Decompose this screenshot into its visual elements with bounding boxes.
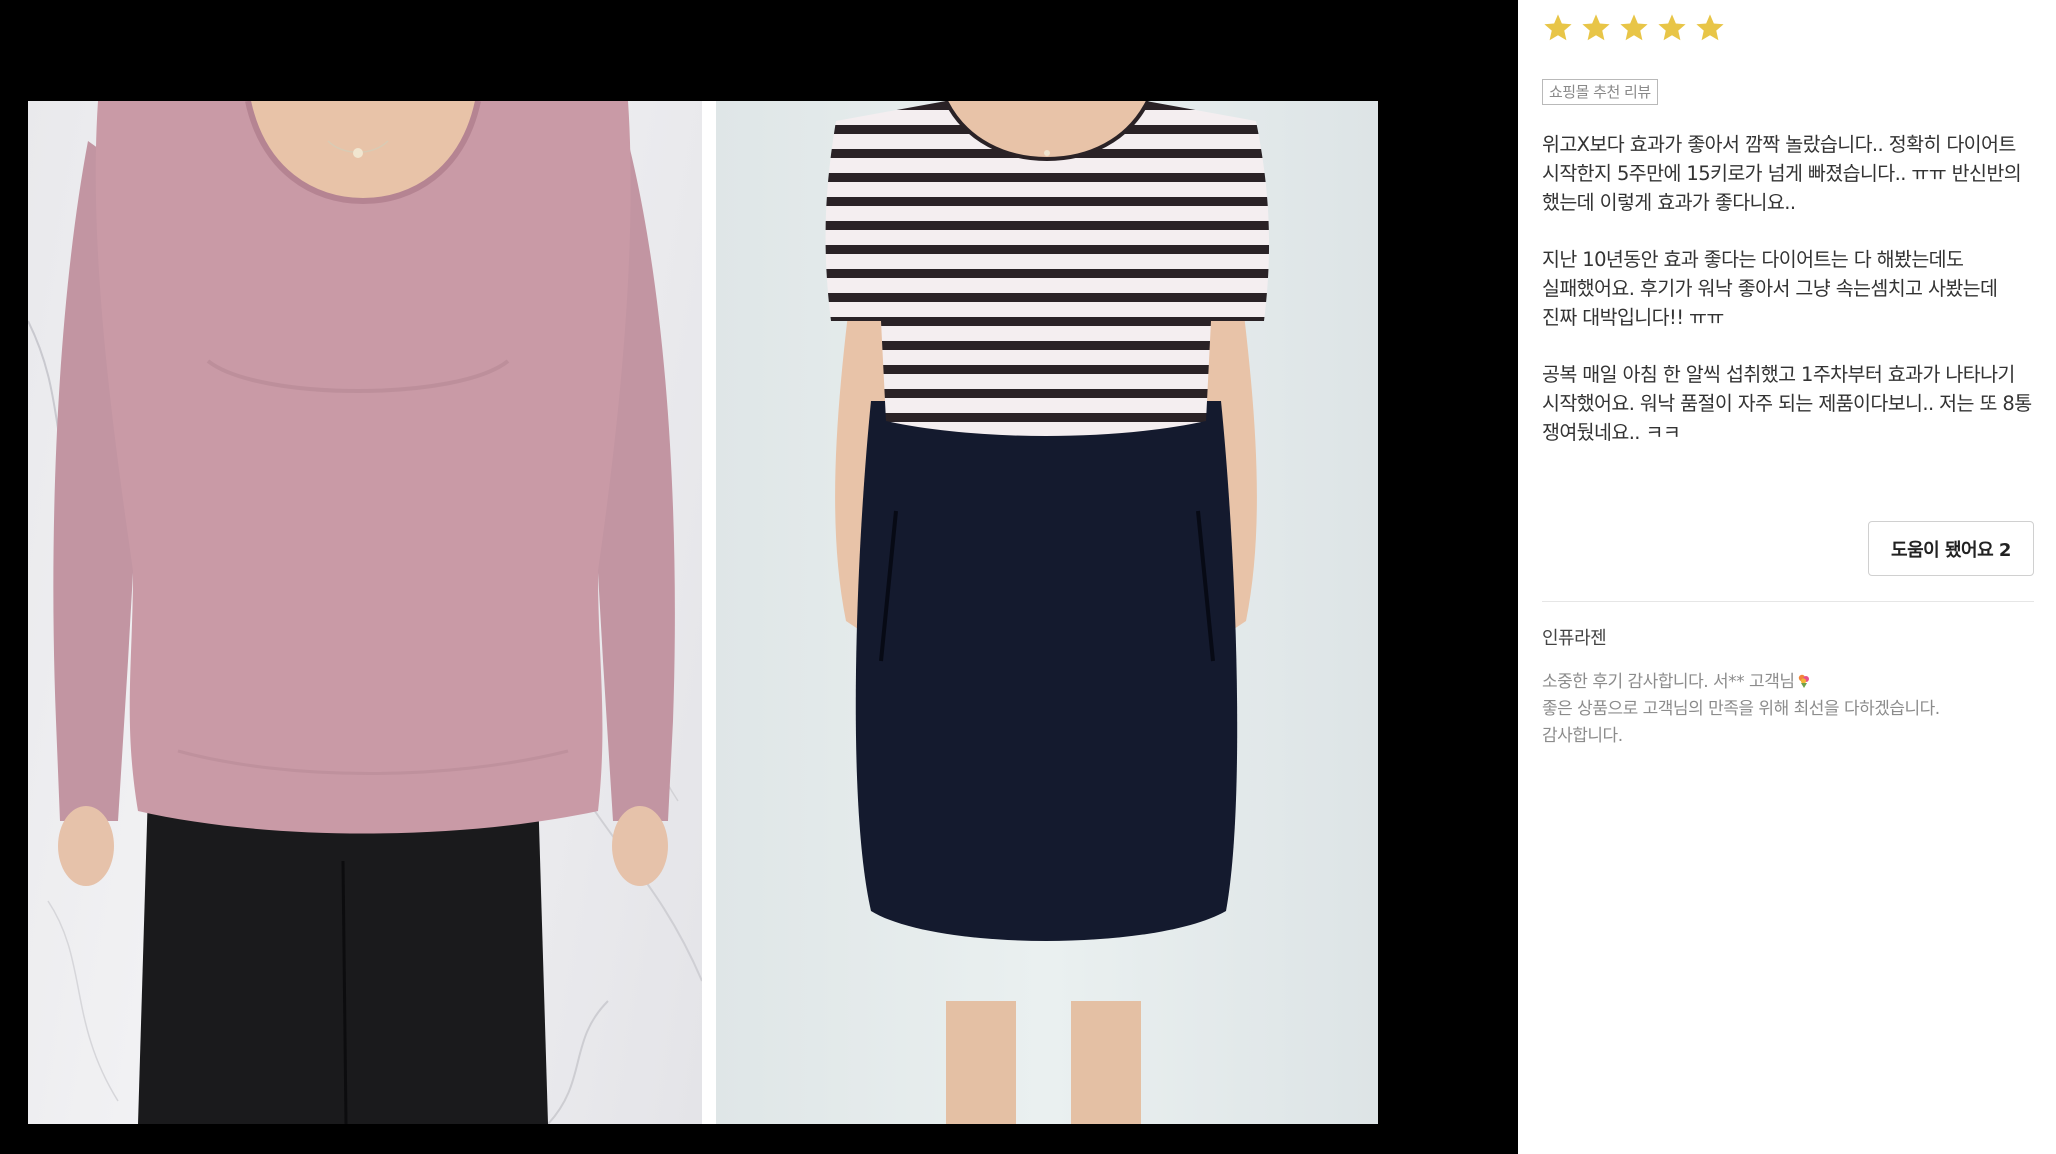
divider [1542,601,2034,602]
seller-reply-line-2: 좋은 상품으로 고객님의 만족을 위해 최선을 다하겠습니다. [1542,699,1940,719]
review-photo[interactable] [28,101,1378,1124]
seller-reply-line-3: 감사합니다. [1542,726,1623,746]
star-icon [1696,14,1724,41]
star-icon [1658,14,1686,41]
seller-reply: 소중한 후기 감사합니다. 서** 고객님 좋은 상품으로 고객님의 만족을 위… [1542,669,2036,750]
star-icon [1582,14,1610,41]
before-figure [28,101,702,1124]
seller-reply-line-1: 소중한 후기 감사합니다. 서** 고객님 [1542,669,2036,696]
review-paragraph-2: 지난 10년동안 효과 좋다는 다이어트는 다 해봤는데도 실패했어요. 후기가… [1542,248,1998,329]
photo-divider [702,101,716,1124]
rating-stars [1542,12,1726,44]
bouquet-icon [1799,674,1810,688]
review-paragraph-3: 공복 매일 아침 한 알씩 섭취했고 1주차부터 효과가 나타나기 시작했어요.… [1542,363,2032,444]
recommended-review-badge: 쇼핑몰 추천 리뷰 [1542,79,1658,105]
before-photo-panel [28,101,702,1124]
after-photo-panel [716,101,1378,1124]
after-figure [825,101,1270,1124]
image-viewer [0,0,1518,1154]
star-icon [1620,14,1648,41]
review-text: 위고X보다 효과가 좋아서 깜짝 놀랐습니다.. 정확히 다이어트 시작한지 5… [1542,130,2036,475]
helpful-button[interactable]: 도움이 됐어요 2 [1868,521,2034,576]
star-icon [1544,14,1572,41]
seller-name: 인퓨라젠 [1542,628,1607,649]
review-paragraph-1: 위고X보다 효과가 좋아서 깜짝 놀랐습니다.. 정확히 다이어트 시작한지 5… [1542,133,2022,214]
